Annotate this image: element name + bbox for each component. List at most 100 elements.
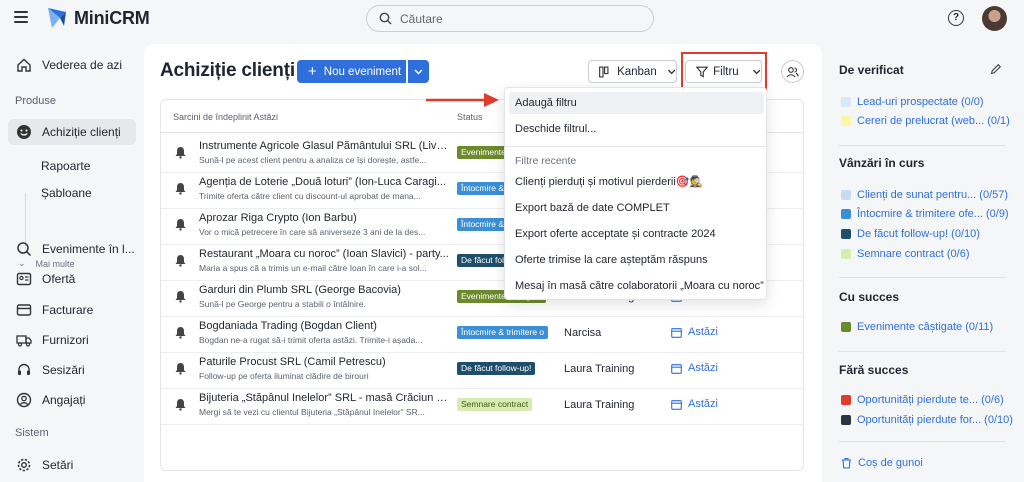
task-name[interactable]: Bogdaniada Trading (Bogdan Client) (199, 320, 449, 332)
kanban-icon (599, 66, 609, 77)
bell-icon[interactable] (174, 362, 187, 375)
sidebar-subitem-templates[interactable]: Șabloane (41, 186, 92, 200)
status-link[interactable]: Oportunități pierdute te... (0/6) (841, 394, 1004, 406)
new-event-dropdown[interactable] (408, 60, 429, 83)
sidebar-item-settings[interactable]: Setări (8, 452, 136, 478)
help-icon[interactable]: ? (948, 10, 964, 26)
task-name[interactable]: Aprozar Riga Crypto (Ion Barbu) (199, 212, 449, 224)
status-link[interactable]: Oportunități pierdute for... (0/10) (841, 414, 1013, 426)
color-swatch (841, 97, 851, 107)
sidebar-item-suppliers[interactable]: Furnizori (8, 327, 136, 353)
task-name[interactable]: Instrumente Agricole Glasul Pământului S… (199, 140, 449, 152)
status-link-label: Evenimente câștigate (0/11) (857, 321, 994, 333)
status-badge: Semnare contract (457, 398, 533, 411)
status-link-label: Semnare contract (0/6) (857, 248, 970, 260)
annotation-arrow (426, 93, 499, 107)
task-name[interactable]: Bijuteria „Stăpânul Inelelor” SRL - masă… (199, 392, 449, 404)
sidebar-item-offer[interactable]: Ofertă (8, 266, 136, 292)
status-link-label: Oportunități pierdute te... (0/6) (857, 394, 1004, 406)
view-switcher[interactable]: Kanban (588, 60, 677, 83)
task-name[interactable]: Garduri din Plumb SRL (George Bacovia) (199, 284, 449, 296)
menu-item-recent-filter[interactable]: Oferte trimise la care așteptăm răspuns (509, 249, 764, 271)
assignee-filter-button[interactable] (781, 60, 804, 83)
chevron-down-icon (752, 69, 761, 74)
sidebar-item-label: Ofertă (42, 272, 76, 286)
filter-icon (696, 66, 709, 78)
status-link[interactable]: Lead-uri prospectate (0/0) (841, 96, 984, 108)
due-date[interactable]: Astăzi (671, 362, 718, 374)
table-row[interactable]: Bijuteria „Stăpânul Inelelor” SRL - masă… (161, 389, 803, 425)
bell-icon[interactable] (174, 218, 187, 231)
menu-item-recent-filter[interactable]: Export bază de date COMPLET (509, 197, 764, 219)
color-swatch (841, 249, 851, 259)
section-produse: Produse (15, 95, 56, 107)
sidebar-item-invoicing[interactable]: Facturare (8, 297, 136, 323)
bell-icon[interactable] (174, 182, 187, 195)
task-description: Sună-l pe acest client pentru a analiza … (199, 155, 427, 165)
headset-icon (18, 363, 30, 375)
menu-item-open-filter[interactable]: Deschide filtrul... (509, 118, 764, 140)
due-date[interactable]: Astăzi (671, 326, 718, 338)
filter-dropdown-menu: Adaugă filtru Deschide filtrul... Filtre… (504, 87, 767, 300)
new-event-label: Nou eveniment (323, 65, 402, 78)
bell-icon[interactable] (174, 254, 187, 267)
status-link[interactable]: Întocmire & trimitere ofe... (0/9) (841, 208, 1009, 220)
invoice-icon (16, 304, 32, 316)
menu-item-recent-filter[interactable]: Export oferte acceptate și contracte 202… (509, 223, 764, 245)
status-link[interactable]: Evenimente câștigate (0/11) (841, 321, 993, 333)
due-date[interactable]: Astăzi (671, 398, 718, 410)
trash-link[interactable]: Coș de gunoi (841, 457, 923, 469)
edit-icon[interactable] (990, 63, 1002, 75)
menu-divider (505, 146, 766, 147)
table-row[interactable]: Bogdaniada Trading (Bogdan Client) Bogda… (161, 317, 803, 353)
section-title: Fără succes (839, 363, 909, 377)
bell-icon[interactable] (174, 146, 187, 159)
task-name[interactable]: Restaurant „Moara cu noroc” (Ioan Slavic… (199, 248, 449, 260)
menu-icon[interactable] (14, 11, 28, 23)
search-input[interactable] (400, 11, 620, 26)
status-link[interactable]: Cereri de prelucrat (web... (0/1) (841, 115, 1010, 127)
menu-item-add-filter[interactable]: Adaugă filtru (509, 92, 764, 114)
sidebar-item-tickets[interactable]: Sesizări (8, 357, 136, 383)
task-name[interactable]: Agenția de Loterie „Două loturi” (Ion-Lu… (199, 176, 449, 188)
trash-icon (842, 457, 851, 469)
menu-item-recent-filter[interactable]: Mesaj în masă către colaboratorii „Moara… (509, 275, 764, 297)
status-link-label: Întocmire & trimitere ofe... (0/9) (857, 208, 1009, 220)
column-header-tasks: Sarcini de îndeplinit Astăzi (173, 112, 279, 122)
owner-name: Narcisa (564, 327, 602, 339)
search-icon (379, 12, 392, 25)
logo[interactable]: MiniCRM (46, 6, 150, 30)
owner-name: Laura Training (564, 363, 635, 375)
status-link[interactable]: Clienți de sunat pentru... (0/57) (841, 189, 1008, 201)
bell-icon[interactable] (174, 398, 187, 411)
task-name[interactable]: Paturile Procust SRL (Camil Petrescu) (199, 356, 449, 368)
sidebar-item-events[interactable]: Evenimente în l... (8, 236, 136, 262)
table-row[interactable]: Paturile Procust SRL (Camil Petrescu) Fo… (161, 353, 803, 389)
filter-button[interactable]: Filtru (685, 60, 762, 83)
status-link[interactable]: De făcut follow-up! (0/10) (841, 228, 980, 240)
recent-filters-label: Filtre recente (515, 155, 577, 167)
status-link[interactable]: Semnare contract (0/6) (841, 248, 970, 260)
color-swatch (841, 415, 851, 425)
sidebar-item-employees[interactable]: Angajați (8, 387, 136, 413)
sidebar-item-acquisition[interactable]: Achiziție clienți (8, 119, 136, 145)
section-divider (839, 145, 1005, 146)
bell-icon[interactable] (174, 326, 187, 339)
sidebar-item-today[interactable]: Vederea de azi (8, 52, 136, 78)
due-label: Astăzi (688, 326, 718, 338)
section-title: Vânzări în curs (839, 156, 925, 170)
bell-icon[interactable] (174, 290, 187, 303)
plus-icon: + (308, 63, 317, 80)
sidebar-item-label: Evenimente în l... (42, 242, 135, 256)
menu-item-recent-filter[interactable]: Clienți pierduți și motivul pierderii🎯🕵️ (509, 171, 764, 193)
avatar[interactable] (982, 6, 1007, 31)
smiley-icon (17, 125, 31, 139)
app-name: MiniCRM (74, 7, 150, 28)
color-swatch (841, 229, 851, 239)
new-event-button[interactable]: + Nou eveniment (297, 60, 406, 83)
search-box[interactable] (366, 5, 654, 32)
sidebar-subitem-reports[interactable]: Rapoarte (41, 159, 90, 173)
task-description: Trimite oferta către client cu discount-… (199, 191, 421, 201)
top-bar: MiniCRM ? (0, 0, 1024, 38)
people-icon (786, 66, 799, 77)
